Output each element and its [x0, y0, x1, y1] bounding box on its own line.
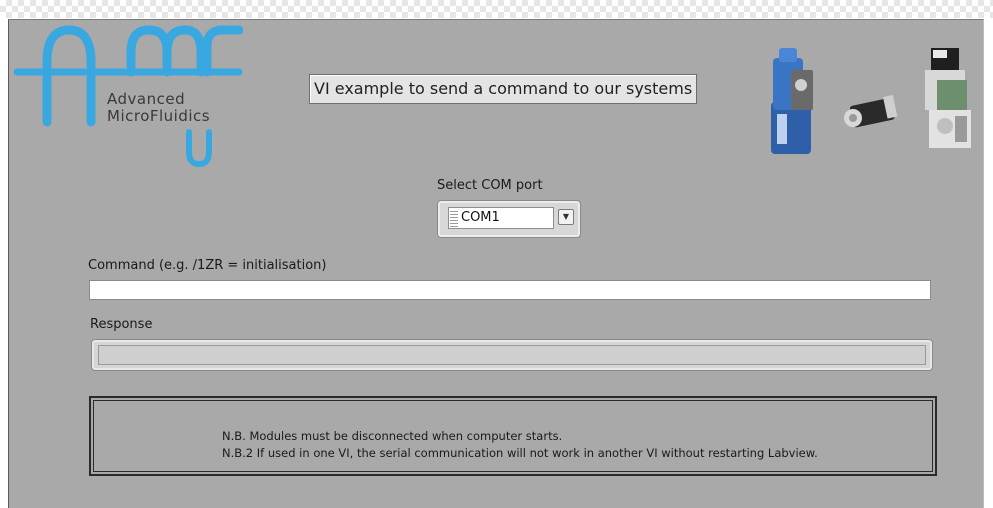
response-label: Response — [90, 317, 153, 332]
response-indicator — [91, 339, 933, 371]
response-value — [98, 345, 926, 365]
logo-text-line2: MicroFluidics — [107, 107, 211, 125]
notes-box: N.B. Modules must be disconnected when c… — [89, 396, 937, 476]
com-port-value: COM1 — [461, 210, 500, 225]
motor-image — [844, 94, 898, 128]
com-port-control: COM1 ▼ — [437, 200, 581, 238]
com-port-select[interactable]: COM1 — [448, 207, 554, 229]
page: Advanced MicroFluidics VI example to sen… — [0, 0, 993, 508]
note-line-1: N.B. Modules must be disconnected when c… — [222, 429, 563, 443]
com-port-label: Select COM port — [437, 178, 543, 193]
logo-text-line1: Advanced — [107, 90, 186, 108]
com-port-grip-icon — [450, 209, 458, 227]
background-checker-strip — [0, 0, 993, 18]
chevron-down-icon[interactable]: ▼ — [558, 209, 574, 225]
note-line-2: N.B.2 If used in one VI, the serial comm… — [222, 446, 818, 460]
command-input[interactable] — [89, 280, 931, 300]
command-label: Command (e.g. /1ZR = initialisation) — [88, 258, 327, 273]
amf-logo: Advanced MicroFluidics — [11, 22, 244, 170]
front-panel: Advanced MicroFluidics VI example to sen… — [8, 19, 984, 508]
pump-devices-image — [761, 40, 983, 160]
page-title: VI example to send a command to our syst… — [309, 74, 698, 104]
valve-module-image — [925, 48, 971, 148]
blue-pump-image — [771, 48, 813, 154]
